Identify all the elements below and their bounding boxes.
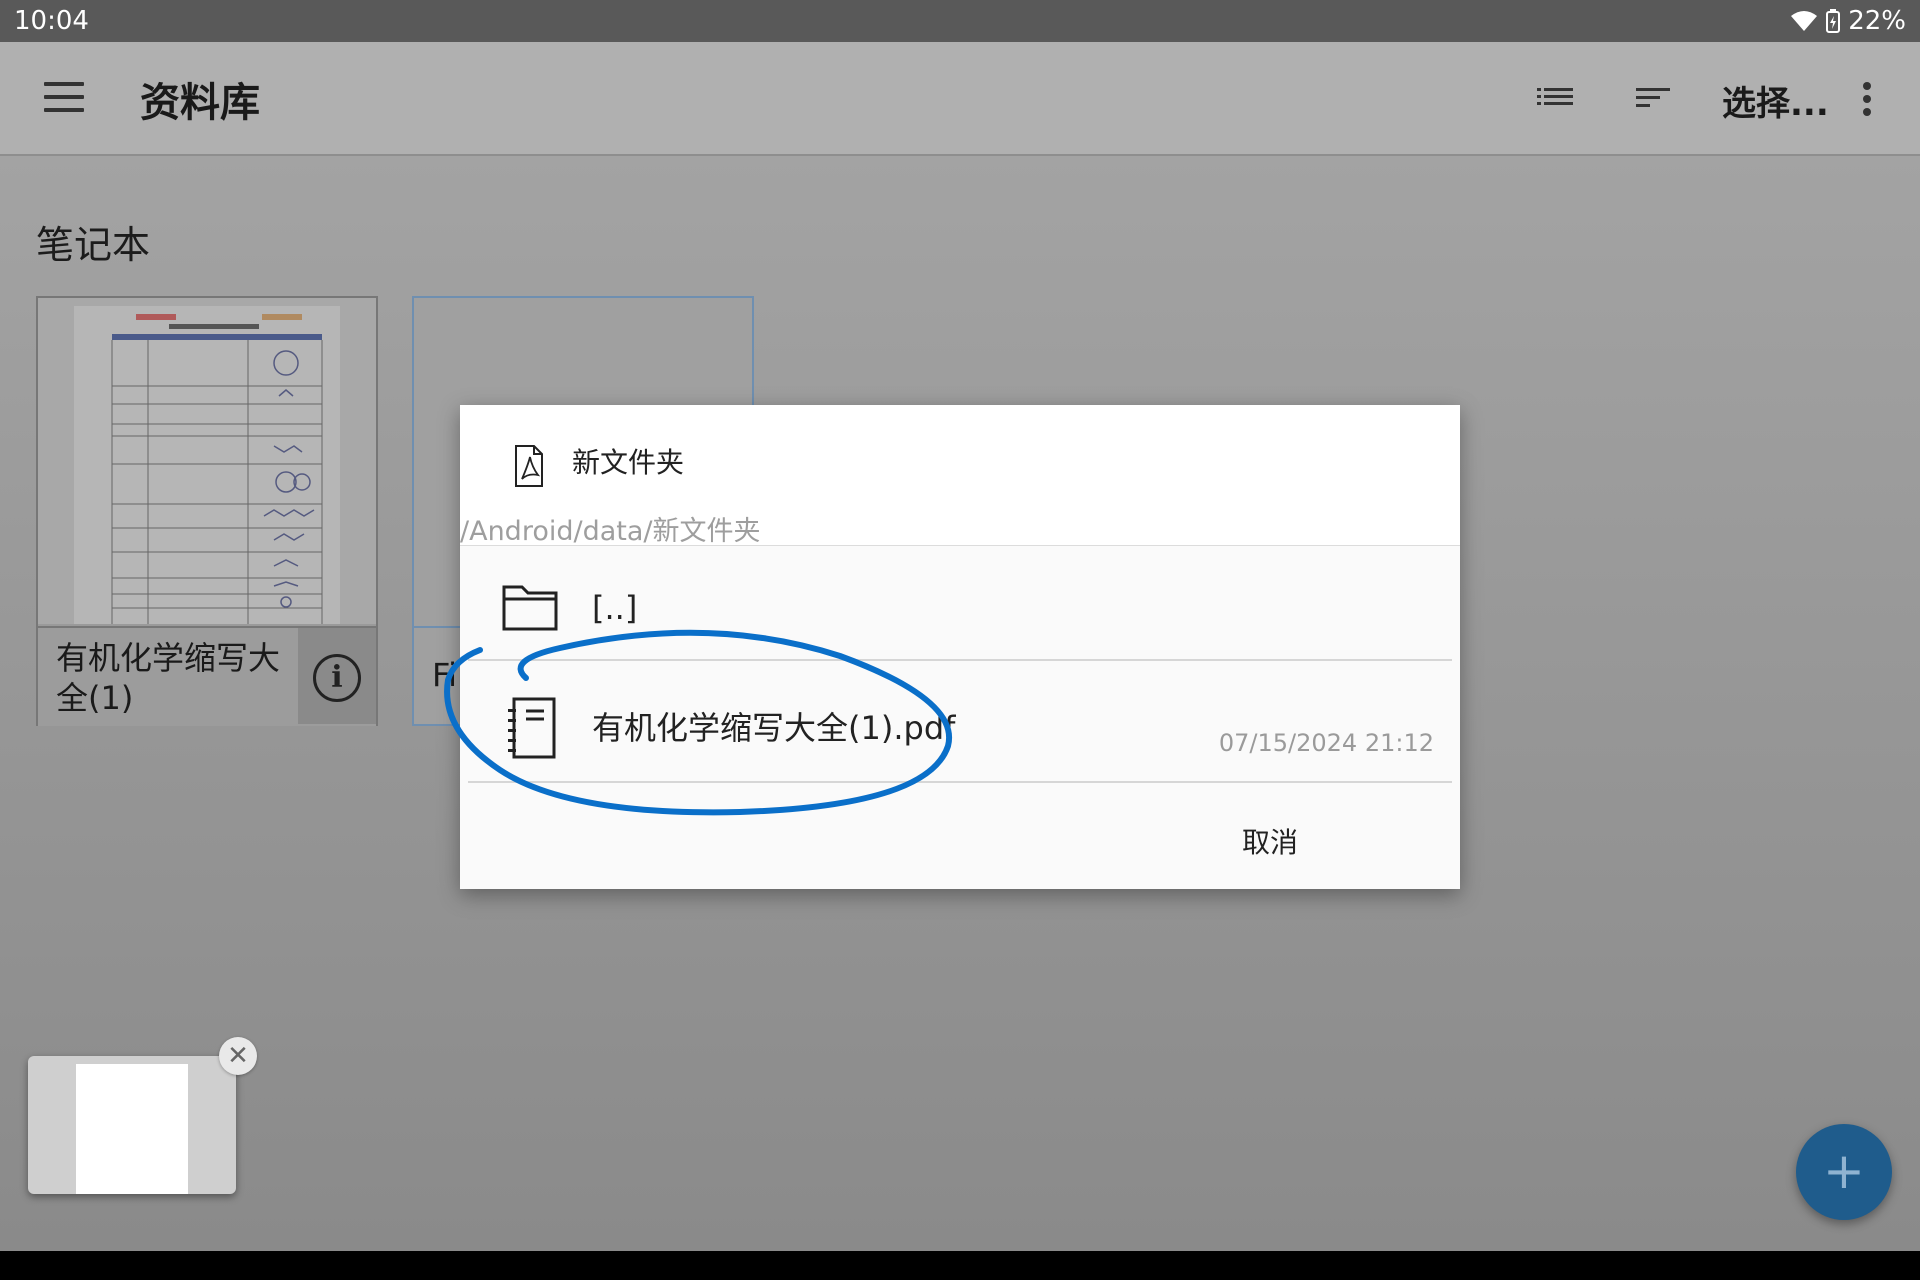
file-date: 07/15/2024 21:12: [1218, 729, 1434, 757]
status-time: 10:04: [14, 6, 89, 36]
wifi-icon: [1791, 11, 1818, 31]
folder-icon: [502, 585, 558, 631]
parent-directory-row[interactable]: [..]: [468, 547, 1452, 661]
file-picker-dialog: 新文件夹 /Android/data/新文件夹 [..] 有机化学缩写大全(1)…: [460, 405, 1460, 889]
notebook-icon: [508, 697, 556, 759]
notebook-thumbnail: [38, 298, 376, 624]
dialog-title: 新文件夹: [572, 446, 685, 479]
status-bar: 10:04 22%: [0, 0, 1920, 42]
battery-charging-icon: [1826, 9, 1841, 33]
file-row[interactable]: 有机化学缩写大全(1).pdf 07/15/2024 21:12: [468, 659, 1452, 783]
file-name: 有机化学缩写大全(1).pdf: [592, 709, 956, 747]
pdf-icon: [515, 445, 543, 487]
list-view-icon[interactable]: [1535, 82, 1575, 114]
section-title: 笔记本: [36, 223, 151, 267]
recent-screenshot-thumbnail[interactable]: [28, 1056, 236, 1194]
parent-directory-label: [..]: [592, 589, 638, 627]
current-path: /Android/data/新文件夹: [460, 516, 761, 547]
menu-icon[interactable]: [44, 82, 84, 112]
info-icon: i: [313, 654, 361, 702]
notebook-card[interactable]: 有机化学缩写大全(1) i: [36, 296, 378, 726]
notebook-name: Fi: [432, 656, 457, 694]
select-button[interactable]: 选择...: [1722, 76, 1829, 125]
add-button[interactable]: +: [1796, 1124, 1892, 1220]
notebook-name: 有机化学缩写大全(1): [56, 639, 281, 717]
more-vert-icon[interactable]: [1860, 82, 1874, 116]
sort-icon[interactable]: [1634, 82, 1674, 114]
page-title: 资料库: [140, 80, 260, 126]
battery-level: 22%: [1848, 6, 1906, 36]
navigation-bar: [0, 1251, 1920, 1280]
cancel-button[interactable]: 取消: [1242, 821, 1298, 861]
notebook-info-button[interactable]: i: [298, 628, 376, 724]
dialog-header: 新文件夹 /Android/data/新文件夹: [460, 405, 1460, 547]
document-preview-icon: [74, 306, 340, 624]
app-bar: 资料库 选择...: [0, 42, 1920, 156]
close-icon[interactable]: ✕: [219, 1037, 257, 1075]
